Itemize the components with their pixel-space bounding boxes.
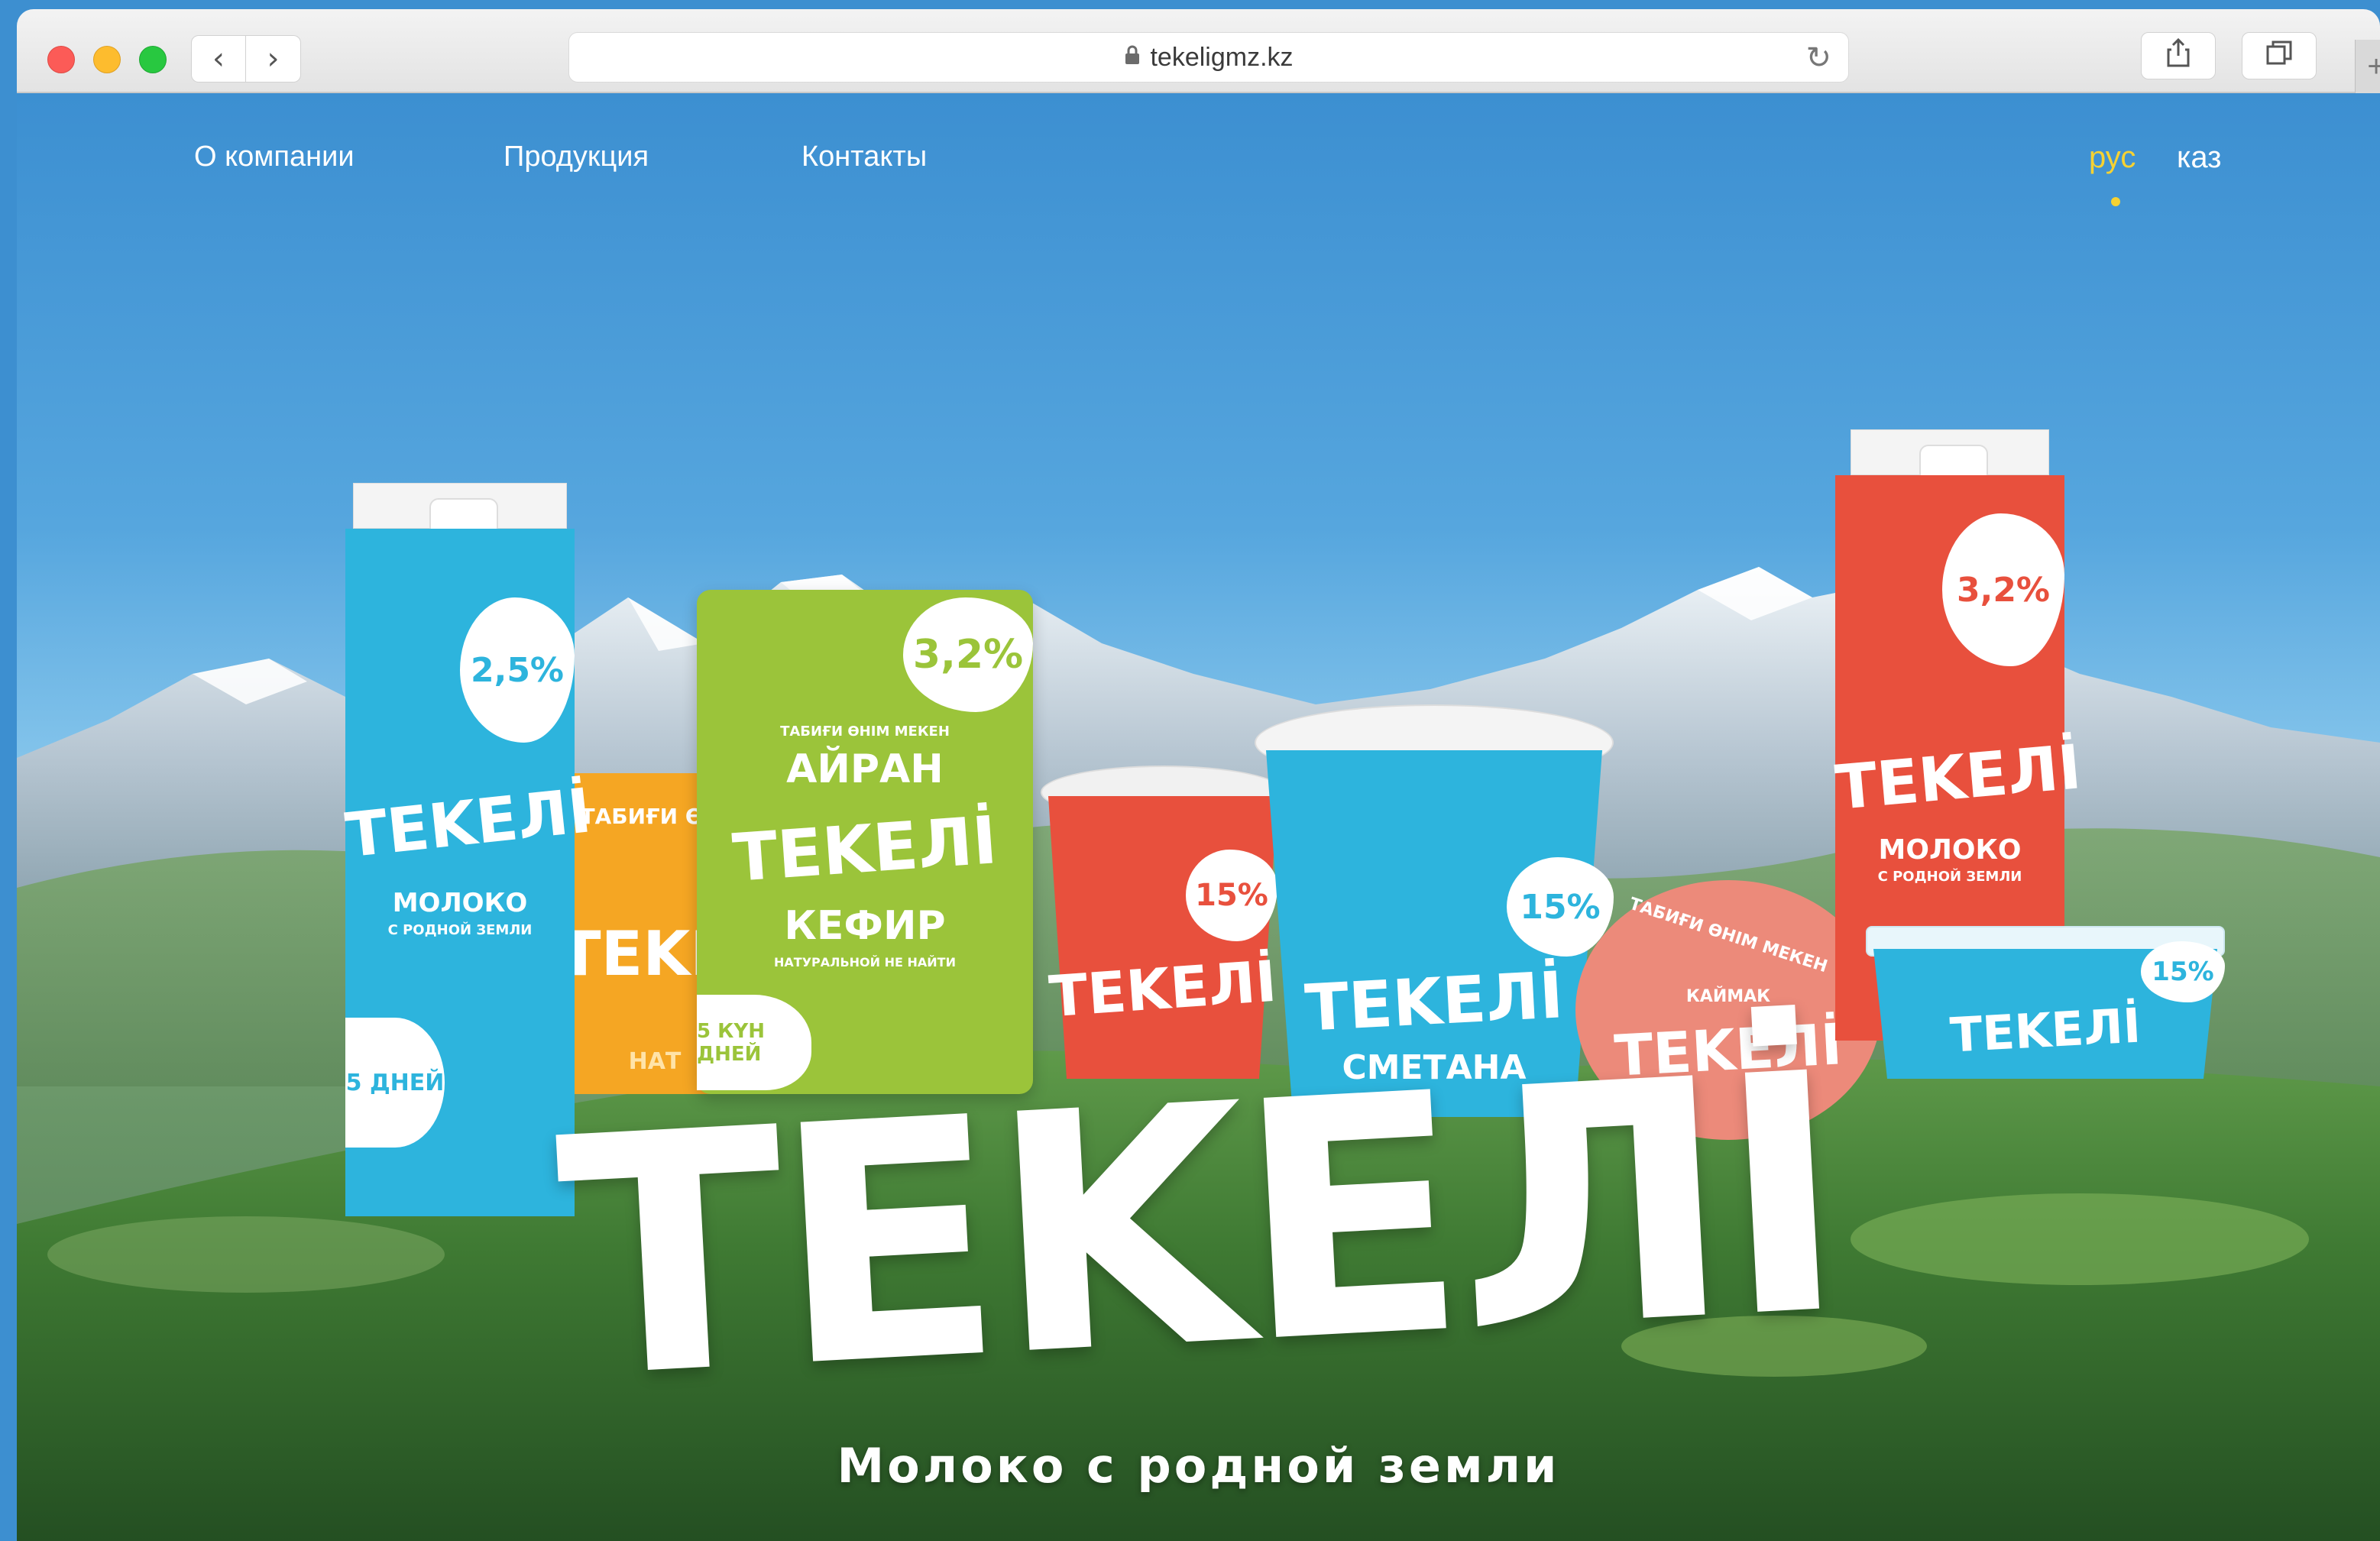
fat-badge: 3,2% (903, 597, 1033, 712)
plus-icon: + (2367, 49, 2380, 83)
kefir-top-label: ТАБИҒИ ӨНІМ МЕКЕН (780, 724, 950, 740)
product-red-cup: 15% TEKEЛİ (1041, 766, 1285, 1079)
nav-link-products[interactable]: Продукция (504, 141, 649, 173)
carton-product-name: МОЛОКО (1878, 834, 2022, 866)
back-button[interactable]: ‹ (191, 35, 246, 83)
kefir-brand: TEKEЛİ (730, 802, 1000, 897)
browser-toolbar: ‹ › tekeligmz.kz ↻ + (17, 9, 2380, 93)
product-kefir: 3,2% ТАБИҒИ ӨНІМ МЕКЕН АЙРАН TEKEЛİ КЕФИ… (697, 590, 1033, 1094)
kefir-product-name: КЕФИР (784, 903, 946, 949)
chevron-left-icon: ‹ (212, 41, 225, 76)
new-tab-button[interactable]: + (2355, 40, 2380, 93)
share-button[interactable] (2141, 32, 2216, 79)
lock-icon (1124, 44, 1141, 71)
hero-tagline: Молоко с родной земли (837, 1438, 1560, 1494)
show-tabs-button[interactable] (2242, 32, 2317, 79)
close-window-button[interactable] (47, 46, 75, 73)
nav-link-about[interactable]: О компании (194, 141, 355, 173)
address-bar[interactable]: tekeligmz.kz ↻ (568, 32, 1849, 83)
nav-link-contacts[interactable]: Контакты (801, 141, 927, 173)
kefir-tagline: НАТУРАЛЬНОЙ НЕ НАЙТИ (774, 955, 956, 970)
url-text: tekeligmz.kz (1150, 42, 1294, 72)
carton-tagline: С РОДНОЙ ЗЕМЛИ (387, 922, 533, 938)
carton-product-name: МОЛОКО (392, 888, 528, 918)
lang-switch-rus[interactable]: рус (2089, 141, 2136, 175)
reload-icon[interactable]: ↻ (1805, 40, 1831, 76)
chevron-right-icon: › (267, 41, 280, 76)
carton-tagline: С РОДНОЙ ЗЕМЛИ (1877, 869, 2022, 885)
lang-switch-kaz[interactable]: каз (2177, 141, 2222, 175)
web-page: О компании Продукция Контакты рус каз ТА… (17, 93, 2380, 1541)
kefir-ayran-label: АЙРАН (786, 746, 944, 792)
share-icon (2167, 37, 2190, 75)
active-lang-indicator (2111, 197, 2120, 206)
minimize-window-button[interactable] (93, 46, 121, 73)
tabs-icon (2265, 40, 2293, 73)
forward-button[interactable]: › (246, 35, 301, 83)
zoom-window-button[interactable] (139, 46, 167, 73)
site-navigation: О компании Продукция Контакты рус каз (17, 141, 2380, 202)
